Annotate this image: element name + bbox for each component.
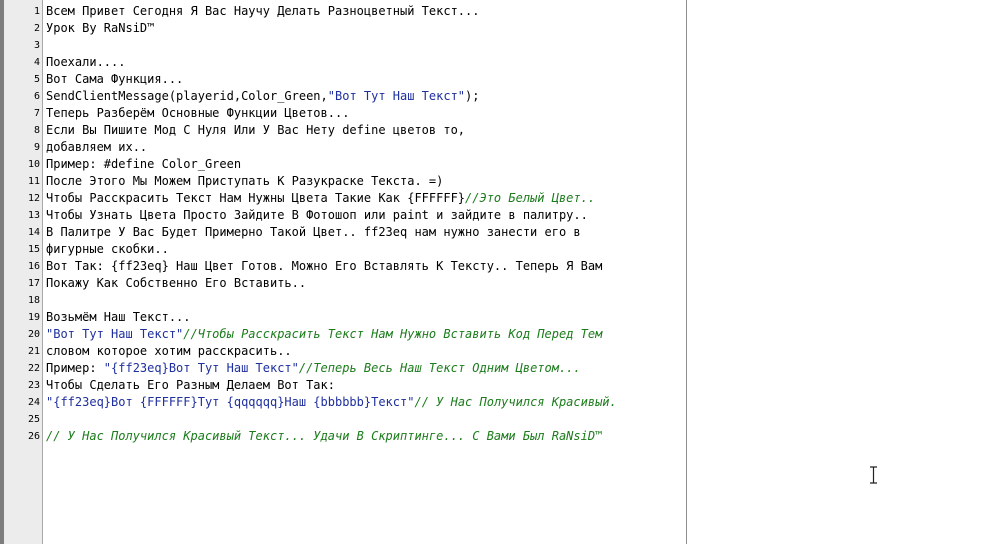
code-line[interactable]: Поехали.... (46, 54, 125, 71)
normal-token: SendClientMessage(playerid,Color_Green, (46, 89, 328, 103)
normal-token: Чтобы Сделать Его Разным Делаем Вот Так: (46, 378, 335, 392)
line-number: 18 (27, 295, 40, 306)
line-number: 26 (27, 431, 40, 442)
code-line[interactable]: Чтобы Сделать Его Разным Делаем Вот Так: (46, 377, 335, 394)
line-number: 11 (27, 176, 40, 187)
normal-token: Если Вы Пишите Мод С Нуля Или У Вас Нету… (46, 123, 466, 137)
code-line[interactable]: После Этого Мы Можем Приступать К Разукр… (46, 173, 443, 190)
code-line[interactable]: В Палитре У Вас Будет Примерно Такой Цве… (46, 224, 581, 241)
line-number: 22 (27, 363, 40, 374)
line-number: 4 (33, 57, 40, 68)
line-number: 8 (33, 125, 40, 136)
normal-token: Вот Так: {ff23eq} Наш Цвет Готов. Можно … (46, 259, 603, 273)
code-line[interactable]: словом которое хотим расскрасить.. (46, 343, 292, 360)
text-cursor-icon (870, 466, 877, 484)
empty-right-pane[interactable] (687, 0, 1004, 544)
line-number: 9 (33, 142, 40, 153)
normal-token: В Палитре У Вас Будет Примерно Такой Цве… (46, 225, 581, 239)
code-line[interactable]: Если Вы Пишите Мод С Нуля Или У Вас Нету… (46, 122, 465, 139)
line-number: 5 (33, 74, 40, 85)
code-line[interactable]: Пример: #define Color_Green (46, 156, 241, 173)
comment-token: //Чтобы Расскрасить Текст Нам Нужно Вста… (183, 327, 603, 341)
line-number: 16 (27, 261, 40, 272)
line-number: 1 (33, 6, 40, 17)
code-line[interactable]: Чтобы Расскрасить Текст Нам Нужны Цвета … (46, 190, 595, 207)
normal-token: Теперь Разберём Основные Функции Цветов.… (46, 106, 350, 120)
line-number: 17 (27, 278, 40, 289)
normal-token: Возьмём Наш Текст... (46, 310, 191, 324)
line-number: 19 (27, 312, 40, 323)
normal-token: фигурные скобки.. (46, 242, 169, 256)
line-number: 23 (27, 380, 40, 391)
line-number: 6 (33, 91, 40, 102)
line-number: 12 (27, 193, 40, 204)
code-line[interactable]: Теперь Разберём Основные Функции Цветов.… (46, 105, 349, 122)
normal-token: Вот Сама Функция... (46, 72, 184, 86)
line-number: 24 (27, 397, 40, 408)
code-line[interactable]: Всем Привет Сегодня Я Вас Научу Делать Р… (46, 3, 479, 20)
normal-token: Всем Привет Сегодня Я Вас Научу Делать Р… (46, 4, 480, 18)
line-number: 21 (27, 346, 40, 357)
code-line[interactable]: Возьмём Наш Текст... (46, 309, 191, 326)
line-number: 2 (33, 23, 40, 34)
code-line[interactable]: SendClientMessage(playerid,Color_Green,"… (46, 88, 480, 105)
line-number-gutter: 1 2 3 4 5 6 7 8 9 10 11 12 13 14 15 16 17 18 19 20 21 22 23 24 2… (4, 0, 43, 544)
string-token: "Вот Тут Наш Текст" (327, 89, 466, 103)
normal-token: ); (465, 89, 480, 103)
code-line[interactable]: Пример: "{ff23eq}Вот Тут Наш Текст"//Теп… (46, 360, 581, 377)
code-line[interactable]: добавляем их.. (46, 139, 147, 156)
code-line[interactable]: Урок By RaNsiD™ (46, 20, 154, 37)
normal-token: Пример: (46, 361, 104, 375)
line-number: 7 (33, 108, 40, 119)
comment-token: // У Нас Получился Красивый. (414, 395, 617, 409)
line-number: 13 (27, 210, 40, 221)
string-token: "{ff23eq}Вот Тут Наш Текст" (103, 361, 299, 375)
code-line[interactable]: Чтобы Узнать Цвета Просто Зайдите В Фото… (46, 207, 588, 224)
line-number: 10 (27, 159, 40, 170)
code-line[interactable]: Вот Так: {ff23eq} Наш Цвет Готов. Можно … (46, 258, 602, 275)
string-token: "Вот Тут Наш Текст" (46, 327, 184, 341)
normal-token: Чтобы Расскрасить Текст Нам Нужны Цвета … (46, 191, 466, 205)
normal-token: Пример: #define Color_Green (46, 157, 242, 171)
line-number: 3 (33, 40, 40, 51)
string-token: "{ff23eq}Вот {FFFFFF}Тут {qqqqqq}Наш {bb… (46, 395, 415, 409)
code-editor[interactable]: Всем Привет Сегодня Я Вас Научу Делать Р… (43, 0, 687, 544)
normal-token: словом которое хотим расскрасить.. (46, 344, 292, 358)
code-line[interactable]: Вот Сама Функция... (46, 71, 183, 88)
line-number: 15 (27, 244, 40, 255)
normal-token: Урок By RaNsiD™ (46, 21, 155, 35)
normal-token: добавляем их.. (46, 140, 148, 154)
normal-token: После Этого Мы Можем Приступать К Разукр… (46, 174, 444, 188)
line-number: 20 (27, 329, 40, 340)
comment-token: //Теперь Весь Наш Текст Одним Цветом... (298, 361, 581, 375)
normal-token: Поехали.... (46, 55, 126, 69)
code-line[interactable]: // У Нас Получился Красивый Текст... Уда… (46, 428, 602, 445)
normal-token: Чтобы Узнать Цвета Просто Зайдите В Фото… (46, 208, 588, 222)
normal-token: Покажу Как Собственно Его Вставить.. (46, 276, 307, 290)
comment-token: //Это Белый Цвет.. (465, 191, 596, 205)
code-line[interactable]: "Вот Тут Наш Текст"//Чтобы Расскрасить Т… (46, 326, 602, 343)
code-line[interactable]: Покажу Как Собственно Его Вставить.. (46, 275, 306, 292)
line-number: 14 (27, 227, 40, 238)
line-number: 25 (27, 414, 40, 425)
code-line[interactable]: фигурные скобки.. (46, 241, 169, 258)
code-line[interactable]: "{ff23eq}Вот {FFFFFF}Тут {qqqqqq}Наш {bb… (46, 394, 617, 411)
comment-token: // У Нас Получился Красивый Текст... Уда… (46, 429, 603, 443)
